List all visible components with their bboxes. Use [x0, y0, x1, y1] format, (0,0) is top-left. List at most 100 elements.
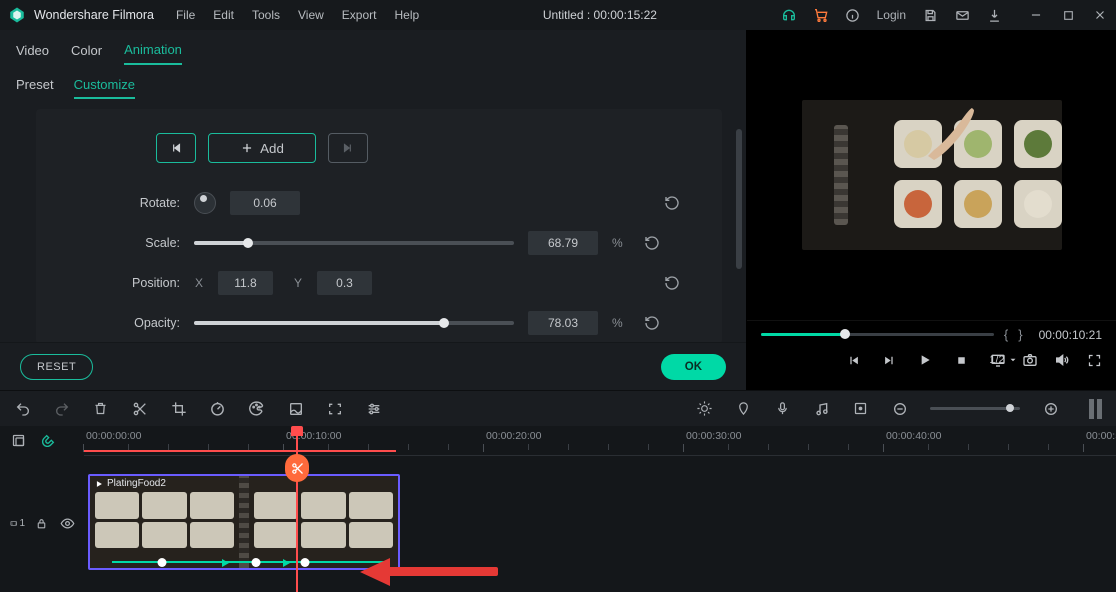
- reset-button[interactable]: RESET: [20, 354, 93, 380]
- timeline-header: 00:00:00:0000:00:10:0000:00:20:0000:00:3…: [0, 426, 1116, 456]
- position-y-input[interactable]: [317, 271, 372, 295]
- scale-input[interactable]: [528, 231, 598, 255]
- scale-unit: %: [612, 236, 624, 250]
- zoom-out-icon[interactable]: [891, 400, 908, 417]
- menu-help[interactable]: Help: [394, 8, 419, 22]
- scale-reset-icon[interactable]: [644, 234, 662, 252]
- greenscreen-icon[interactable]: [287, 400, 304, 417]
- subtab-customize[interactable]: Customize: [74, 77, 135, 99]
- delete-icon[interactable]: [92, 400, 109, 417]
- magnet-icon[interactable]: [39, 432, 56, 449]
- zoom-in-icon[interactable]: [1042, 400, 1059, 417]
- rotate-input[interactable]: [230, 191, 300, 215]
- scissors-icon[interactable]: [285, 454, 309, 482]
- menu-export[interactable]: Export: [342, 8, 377, 22]
- menu-view[interactable]: View: [298, 8, 324, 22]
- fullscreen-icon[interactable]: [1086, 352, 1102, 368]
- headset-icon[interactable]: [781, 7, 797, 23]
- next-keyframe-button[interactable]: [328, 133, 368, 163]
- timeline-ruler[interactable]: 00:00:00:0000:00:10:0000:00:20:0000:00:3…: [84, 426, 1116, 456]
- rotate-reset-icon[interactable]: [664, 194, 682, 212]
- tab-video[interactable]: Video: [16, 43, 49, 64]
- play-icon[interactable]: [917, 352, 933, 368]
- tab-animation[interactable]: Animation: [124, 42, 182, 65]
- download-icon[interactable]: [986, 7, 1002, 23]
- app-name: Wondershare Filmora: [34, 8, 154, 22]
- opacity-input[interactable]: [528, 311, 598, 335]
- panel-scrollbar[interactable]: [736, 129, 742, 269]
- video-track-icon[interactable]: 1: [10, 516, 25, 531]
- menu-file[interactable]: File: [176, 8, 195, 22]
- color-icon[interactable]: [248, 400, 265, 417]
- position-x-input[interactable]: [218, 271, 273, 295]
- adjust-icon[interactable]: [365, 400, 382, 417]
- undo-icon[interactable]: [14, 400, 31, 417]
- redo-icon[interactable]: [53, 400, 70, 417]
- rotate-row: Rotate:: [116, 191, 682, 215]
- step-back-icon[interactable]: [845, 352, 861, 368]
- lock-icon[interactable]: [35, 516, 50, 531]
- keyframe-icon[interactable]: [852, 400, 869, 417]
- ok-button[interactable]: OK: [661, 354, 726, 380]
- properties-pane: Video Color Animation Preset Customize A…: [0, 30, 746, 390]
- zoom-slider[interactable]: [930, 407, 1020, 410]
- opacity-slider[interactable]: [194, 321, 514, 325]
- preview-pane: { } 00:00:10:21 1/2: [746, 30, 1116, 390]
- add-keyframe-button[interactable]: Add: [208, 133, 316, 163]
- detach-icon[interactable]: [326, 400, 343, 417]
- minimize-icon[interactable]: [1028, 7, 1044, 23]
- preview-controls: { } 00:00:10:21 1/2: [747, 320, 1116, 390]
- timeline-clip[interactable]: PlatingFood2: [88, 474, 400, 570]
- voiceover-icon[interactable]: [774, 400, 791, 417]
- playback-row: 1/2: [761, 352, 1102, 368]
- audio-mixer-icon[interactable]: [813, 400, 830, 417]
- info-icon[interactable]: [845, 7, 861, 23]
- save-icon[interactable]: [922, 7, 938, 23]
- position-reset-icon[interactable]: [664, 274, 682, 292]
- keyframe-line: [112, 561, 388, 563]
- crop-icon[interactable]: [170, 400, 187, 417]
- tab-color[interactable]: Color: [71, 43, 102, 64]
- position-label: Position:: [116, 276, 180, 290]
- menu-edit[interactable]: Edit: [213, 8, 234, 22]
- maximize-icon[interactable]: [1060, 7, 1076, 23]
- render-icon[interactable]: [696, 400, 713, 417]
- ruler-tick: 00:00:00:00: [86, 430, 141, 442]
- prev-keyframe-button[interactable]: [156, 133, 196, 163]
- mail-icon[interactable]: [954, 7, 970, 23]
- volume-icon[interactable]: [1054, 352, 1070, 368]
- stop-icon[interactable]: [953, 352, 969, 368]
- media-bin-icon[interactable]: [10, 432, 27, 449]
- scale-slider[interactable]: [194, 241, 514, 245]
- playhead[interactable]: [296, 426, 298, 592]
- close-icon[interactable]: [1092, 7, 1108, 23]
- animation-subtabs: Preset Customize: [0, 73, 746, 109]
- menu-tools[interactable]: Tools: [252, 8, 280, 22]
- marker-icon[interactable]: [735, 400, 752, 417]
- opacity-unit: %: [612, 316, 624, 330]
- step-forward-icon[interactable]: [881, 352, 897, 368]
- property-tabs: Video Color Animation: [0, 30, 746, 73]
- track-header: 1: [0, 516, 84, 531]
- display-icon[interactable]: [990, 352, 1006, 368]
- subtab-preset[interactable]: Preset: [16, 77, 54, 99]
- customize-panel: Add Rotate: Scale:: [0, 109, 746, 342]
- speed-icon[interactable]: [209, 400, 226, 417]
- preview-frame: [802, 100, 1062, 250]
- opacity-reset-icon[interactable]: [644, 314, 662, 332]
- split-icon[interactable]: [131, 400, 148, 417]
- login-link[interactable]: Login: [877, 8, 906, 22]
- timeline: 00:00:00:0000:00:10:0000:00:20:0000:00:3…: [0, 426, 1116, 592]
- main-menu: File Edit Tools View Export Help: [176, 8, 419, 22]
- brace-close-icon[interactable]: }: [1018, 327, 1022, 342]
- progress-slider[interactable]: [761, 333, 994, 336]
- audio-meter-icon[interactable]: [1089, 399, 1102, 419]
- main-area: Video Color Animation Preset Customize A…: [0, 30, 1116, 390]
- add-keyframe-label: Add: [260, 141, 284, 156]
- position-x-label: X: [194, 276, 204, 290]
- snapshot-icon[interactable]: [1022, 352, 1038, 368]
- eye-icon[interactable]: [60, 516, 75, 531]
- cart-icon[interactable]: [813, 7, 829, 23]
- brace-open-icon[interactable]: {: [1004, 327, 1008, 342]
- rotate-knob[interactable]: [194, 192, 216, 214]
